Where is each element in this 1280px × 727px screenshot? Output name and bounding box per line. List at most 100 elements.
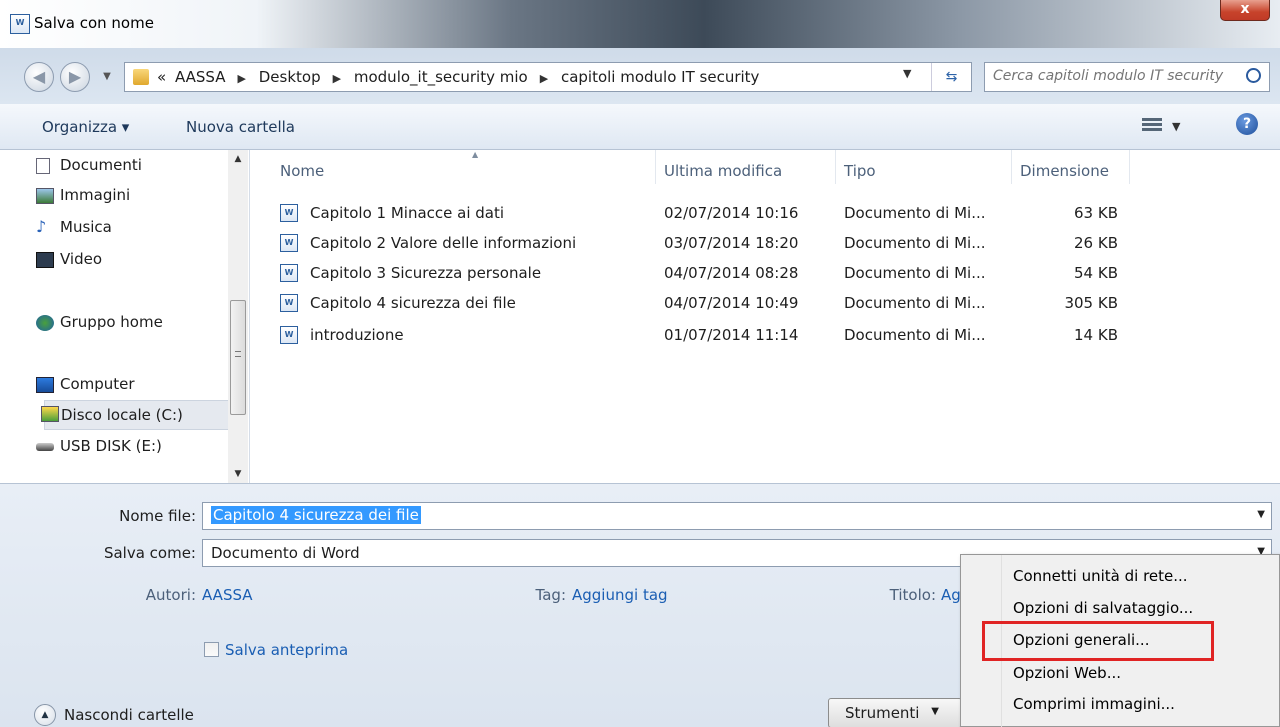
file-modified: 02/07/2014 10:16	[664, 204, 799, 222]
breadcrumb-overflow[interactable]: «	[157, 68, 166, 86]
scroll-up-arrow-icon[interactable]: ▲	[228, 150, 248, 168]
breadcrumb-desktop[interactable]: Desktop	[259, 68, 321, 86]
grip-icon	[235, 351, 241, 357]
chevron-right-icon[interactable]: ▶	[333, 72, 341, 85]
file-name: introduzione	[310, 326, 404, 344]
address-dropdown-icon[interactable]: ▼	[903, 67, 911, 80]
menu-item-web-options[interactable]: Opzioni Web...	[1013, 664, 1121, 682]
file-list: Nome ▲ Ultima modifica Tipo Dimensione W…	[250, 150, 1280, 483]
save-thumbnail-label[interactable]: Salva anteprima	[225, 641, 348, 659]
file-type: Documento di Mi...	[844, 264, 986, 282]
table-row[interactable]: W Capitolo 3 Sicurezza personale 04/07/2…	[280, 260, 1130, 290]
breadcrumb: « AASSA ▶ Desktop ▶ modulo_it_security mio…	[157, 68, 763, 86]
chevron-right-icon[interactable]: ▶	[540, 72, 548, 85]
forward-button[interactable]: ▶	[60, 62, 90, 92]
nav-item-documenti[interactable]: Documenti	[36, 156, 142, 174]
usb-drive-icon	[36, 443, 54, 451]
file-size: 26 KB	[1074, 234, 1118, 252]
column-header-size[interactable]: Dimensione	[1012, 150, 1130, 184]
word-document-icon: W	[280, 326, 298, 344]
table-row[interactable]: W introduzione 01/07/2014 11:14 Document…	[280, 322, 1130, 352]
add-tag-link[interactable]: Aggiungi tag	[572, 586, 668, 604]
highlight-annotation	[982, 621, 1214, 661]
savetype-value: Documento di Word	[211, 544, 360, 562]
search-box[interactable]	[984, 62, 1270, 92]
command-bar: Organizza ▾ Nuova cartella ▼	[0, 104, 1280, 150]
back-button[interactable]: ◀	[24, 62, 54, 92]
organize-button[interactable]: Organizza ▾	[42, 118, 129, 136]
authors-label: Autori:	[145, 586, 196, 604]
table-row[interactable]: W Capitolo 4 sicurezza dei file 04/07/20…	[280, 290, 1130, 320]
save-thumbnail-checkbox[interactable]	[204, 642, 219, 657]
word-document-icon: W	[280, 234, 298, 252]
filename-label: Nome file:	[119, 507, 196, 525]
file-size: 54 KB	[1074, 264, 1118, 282]
authors-value[interactable]: AASSA	[202, 586, 253, 604]
sort-ascending-icon: ▲	[472, 150, 479, 159]
nav-item-video[interactable]: Video	[36, 250, 102, 268]
word-document-icon: W	[280, 294, 298, 312]
chevron-down-icon[interactable]: ▼	[1257, 509, 1265, 520]
address-bar[interactable]: « AASSA ▶ Desktop ▶ modulo_it_security mio…	[124, 62, 972, 92]
file-name: Capitolo 3 Sicurezza personale	[310, 264, 542, 282]
savetype-label: Salva come:	[103, 544, 196, 562]
breadcrumb-aassa[interactable]: AASSA	[175, 68, 226, 86]
nav-item-disco-locale[interactable]: Disco locale (C:)	[41, 400, 229, 430]
view-options-icon[interactable]	[1142, 118, 1162, 134]
file-type: Documento di Mi...	[844, 234, 986, 252]
breadcrumb-modulo[interactable]: modulo_it_security mio	[354, 68, 528, 86]
navigation-pane: Documenti Immagini ♪ Musica Video Gruppo…	[0, 150, 250, 483]
nav-item-usb-disk[interactable]: USB DISK (E:)	[36, 437, 162, 455]
nav-item-immagini[interactable]: Immagini	[36, 186, 130, 204]
navigation-scrollbar[interactable]: ▲ ▼	[228, 150, 248, 483]
menu-item-compress-pictures[interactable]: Comprimi immagini...	[1013, 695, 1175, 713]
breadcrumb-capitoli[interactable]: capitoli modulo IT security	[561, 68, 759, 86]
title-bar: W Salva con nome x	[0, 0, 1280, 48]
scrollbar-thumb[interactable]	[230, 300, 246, 415]
column-header-type[interactable]: Tipo	[836, 150, 1012, 184]
title-value[interactable]: Ag	[941, 586, 961, 604]
document-icon	[36, 158, 50, 174]
file-name: Capitolo 2 Valore delle informazioni	[310, 234, 577, 252]
file-modified: 04/07/2014 10:49	[664, 294, 799, 312]
new-folder-button[interactable]: Nuova cartella	[186, 118, 295, 136]
chevron-down-icon: ▼	[931, 706, 939, 717]
video-icon	[36, 252, 54, 268]
nav-item-computer[interactable]: Computer	[36, 375, 135, 393]
file-modified: 01/07/2014 11:14	[664, 326, 799, 344]
chevron-right-icon[interactable]: ▶	[238, 72, 246, 85]
view-options-dropdown-icon[interactable]: ▼	[1172, 120, 1180, 133]
menu-item-save-options[interactable]: Opzioni di salvataggio...	[1013, 599, 1193, 617]
word-document-icon: W	[280, 264, 298, 282]
music-icon: ♪	[36, 217, 47, 236]
file-type: Documento di Mi...	[844, 204, 986, 222]
menu-item-map-network-drive[interactable]: Connetti unità di rete...	[1013, 567, 1188, 585]
file-modified: 03/07/2014 18:20	[664, 234, 799, 252]
word-app-icon: W	[10, 14, 30, 34]
nav-item-gruppo-home[interactable]: Gruppo home	[36, 313, 163, 331]
table-row[interactable]: W Capitolo 1 Minacce ai dati 02/07/2014 …	[280, 200, 1130, 230]
file-size: 14 KB	[1074, 326, 1118, 344]
file-size: 305 KB	[1064, 294, 1118, 312]
word-document-icon: W	[280, 204, 298, 222]
scroll-down-arrow-icon[interactable]: ▼	[228, 465, 248, 483]
pictures-icon	[36, 188, 54, 204]
recent-pages-dropdown[interactable]: ▼	[99, 68, 115, 86]
help-icon[interactable]: ?	[1236, 113, 1258, 135]
file-size: 63 KB	[1074, 204, 1118, 222]
nav-item-musica[interactable]: ♪ Musica	[36, 218, 112, 236]
folder-icon	[133, 69, 149, 85]
filename-input[interactable]: Capitolo 4 sicurezza dei file	[211, 506, 421, 524]
search-icon[interactable]	[1246, 68, 1261, 83]
column-header-name[interactable]: Nome ▲	[272, 150, 656, 184]
refresh-icon[interactable]: ⇆	[931, 63, 971, 91]
column-header-modified[interactable]: Ultima modifica	[656, 150, 836, 184]
file-type: Documento di Mi...	[844, 326, 986, 344]
filename-field[interactable]: Capitolo 4 sicurezza dei file ▼	[202, 502, 1272, 530]
search-input[interactable]	[993, 68, 1243, 84]
tools-button[interactable]: Strumenti ▼	[828, 698, 962, 727]
hide-folders-icon[interactable]: ▲	[34, 704, 56, 726]
close-button[interactable]: x	[1220, 0, 1270, 21]
table-row[interactable]: W Capitolo 2 Valore delle informazioni 0…	[280, 230, 1130, 260]
hide-folders-label[interactable]: Nascondi cartelle	[64, 706, 194, 724]
